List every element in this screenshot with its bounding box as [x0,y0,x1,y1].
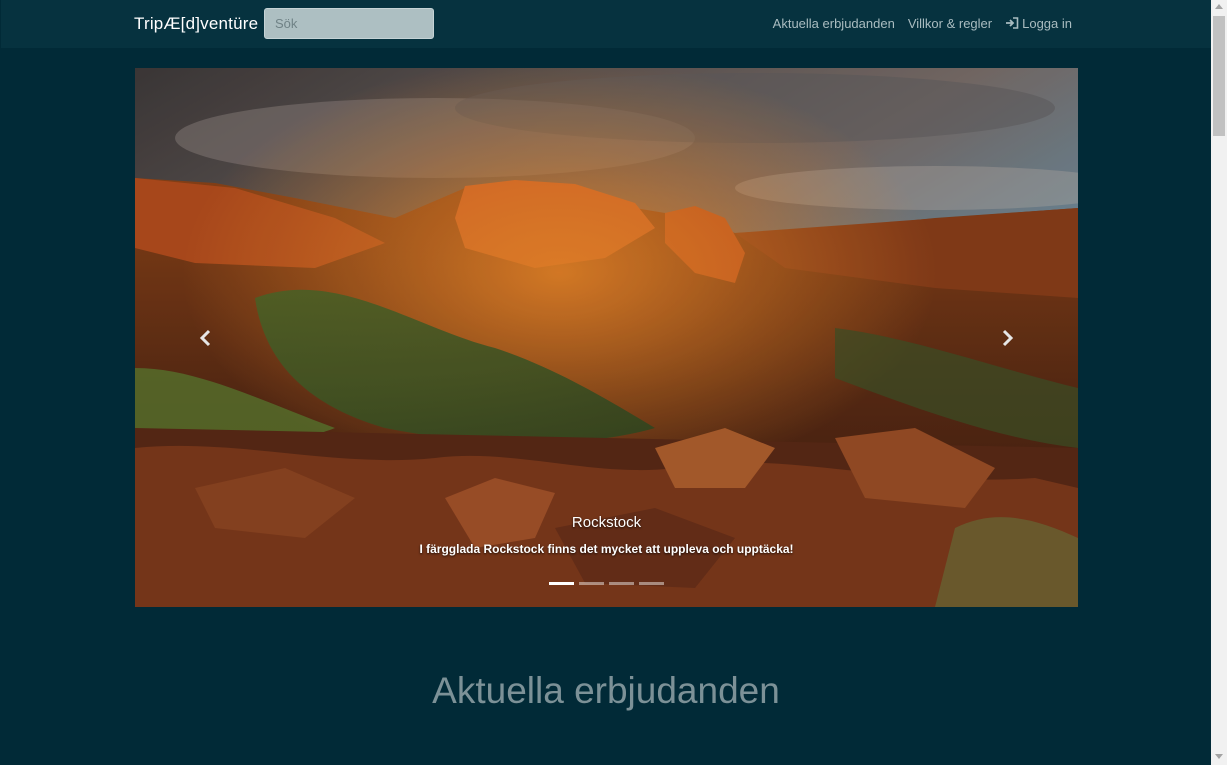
carousel-indicator-3[interactable] [609,582,634,585]
nav-link-offers[interactable]: Aktuella erbjudanden [773,16,895,31]
brand-logo[interactable]: TripÆ[d]ventüre [134,14,258,34]
page: TripÆ[d]ventüre Aktuella erbjudanden Vil… [1,0,1211,765]
carousel-indicator-1[interactable] [549,582,574,585]
carousel-indicator-4[interactable] [639,582,664,585]
chevron-right-icon[interactable] [995,326,1019,350]
carousel-caption-title: Rockstock [571,514,642,531]
hero-carousel[interactable]: Rockstock I färgglada Rockstock finns de… [135,68,1078,607]
carousel-indicators [549,582,664,585]
scroll-down-arrow-icon[interactable] [1215,754,1223,759]
carousel-indicator-2[interactable] [579,582,604,585]
scrollbar-thumb[interactable] [1213,16,1225,136]
nav-link-login[interactable]: Logga in [1005,16,1072,31]
nav-link-login-label: Logga in [1022,16,1072,31]
navbar: TripÆ[d]ventüre Aktuella erbjudanden Vil… [1,0,1211,48]
carousel-caption-text: I färgglada Rockstock finns det mycket a… [419,542,794,556]
nav-links: Aktuella erbjudanden Villkor & regler Lo… [773,16,1072,31]
section-title: Aktuella erbjudanden [432,670,780,711]
scroll-up-arrow-icon[interactable] [1215,4,1223,9]
chevron-left-icon[interactable] [194,326,218,350]
search-input[interactable] [264,8,434,39]
sign-in-icon [1006,17,1019,29]
vertical-scrollbar[interactable] [1211,0,1227,765]
nav-link-terms[interactable]: Villkor & regler [908,16,992,31]
